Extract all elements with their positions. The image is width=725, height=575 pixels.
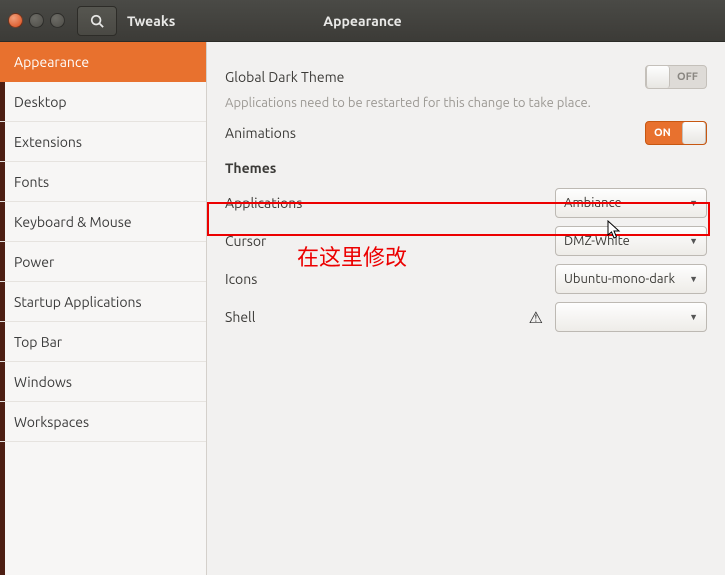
cursor-dropdown[interactable]: DMZ-White ▼	[555, 226, 707, 256]
setting-cursor: Cursor DMZ-White ▼	[225, 222, 707, 260]
sidebar-item-label: Power	[14, 254, 54, 270]
sidebar-item-power[interactable]: Power	[0, 242, 206, 282]
sidebar-item-fonts[interactable]: Fonts	[0, 162, 206, 202]
applications-label: Applications	[225, 195, 555, 211]
sidebar-item-startup-applications[interactable]: Startup Applications	[0, 282, 206, 322]
sidebar-item-label: Keyboard & Mouse	[14, 214, 132, 230]
sidebar-item-label: Fonts	[14, 174, 49, 190]
setting-icons: Icons Ubuntu-mono-dark ▼	[225, 260, 707, 298]
content: Appearance Desktop Extensions Fonts Keyb…	[0, 42, 725, 575]
applications-dropdown[interactable]: Ambiance ▼	[555, 188, 707, 218]
icons-dropdown[interactable]: Ubuntu-mono-dark ▼	[555, 264, 707, 294]
dropdown-value: Ambiance	[564, 196, 689, 210]
sidebar-item-extensions[interactable]: Extensions	[0, 122, 206, 162]
chevron-down-icon: ▼	[689, 198, 698, 208]
sidebar-item-label: Startup Applications	[14, 294, 142, 310]
search-button[interactable]	[77, 6, 117, 36]
sidebar-item-workspaces[interactable]: Workspaces	[0, 402, 206, 442]
chevron-down-icon: ▼	[689, 274, 698, 284]
chevron-down-icon: ▼	[689, 312, 698, 322]
sidebar-item-label: Desktop	[14, 94, 67, 110]
main-panel: Global Dark Theme OFF Applications need …	[207, 42, 725, 575]
sidebar-item-label: Extensions	[14, 134, 82, 150]
shell-dropdown[interactable]: ▼	[555, 302, 707, 332]
setting-dark-theme: Global Dark Theme OFF	[225, 62, 707, 92]
shell-label: Shell	[225, 309, 529, 325]
cursor-label: Cursor	[225, 233, 555, 249]
icons-label: Icons	[225, 271, 555, 287]
maximize-icon[interactable]	[50, 13, 65, 28]
titlebar: Tweaks Appearance	[0, 0, 725, 42]
sidebar-item-desktop[interactable]: Desktop	[0, 82, 206, 122]
setting-shell: Shell ⚠ ▼	[225, 298, 707, 336]
sidebar-item-top-bar[interactable]: Top Bar	[0, 322, 206, 362]
search-icon	[90, 14, 104, 28]
sidebar-item-label: Appearance	[14, 54, 89, 70]
themes-header: Themes	[225, 160, 707, 176]
animations-label: Animations	[225, 125, 645, 141]
setting-animations: Animations ON	[225, 118, 707, 148]
dropdown-value: DMZ-White	[564, 234, 689, 248]
sidebar-item-label: Workspaces	[14, 414, 89, 430]
switch-knob	[682, 122, 706, 144]
animations-switch[interactable]: ON	[645, 121, 707, 145]
minimize-icon[interactable]	[29, 13, 44, 28]
dark-theme-hint: Applications need to be restarted for th…	[225, 96, 707, 110]
sidebar: Appearance Desktop Extensions Fonts Keyb…	[0, 42, 207, 575]
sidebar-item-keyboard-mouse[interactable]: Keyboard & Mouse	[0, 202, 206, 242]
chevron-down-icon: ▼	[689, 236, 698, 246]
setting-applications: Applications Ambiance ▼	[225, 184, 707, 222]
sidebar-item-label: Windows	[14, 374, 72, 390]
dropdown-value: Ubuntu-mono-dark	[564, 272, 689, 286]
sidebar-item-windows[interactable]: Windows	[0, 362, 206, 402]
sidebar-item-label: Top Bar	[14, 334, 62, 350]
close-icon[interactable]	[8, 13, 23, 28]
switch-knob	[646, 66, 670, 88]
dark-theme-switch[interactable]: OFF	[645, 65, 707, 89]
sidebar-item-appearance[interactable]: Appearance	[0, 42, 206, 82]
dark-theme-label: Global Dark Theme	[225, 69, 645, 85]
app-name: Tweaks	[127, 13, 175, 29]
warning-icon: ⚠	[529, 308, 543, 327]
window-controls	[0, 13, 65, 28]
